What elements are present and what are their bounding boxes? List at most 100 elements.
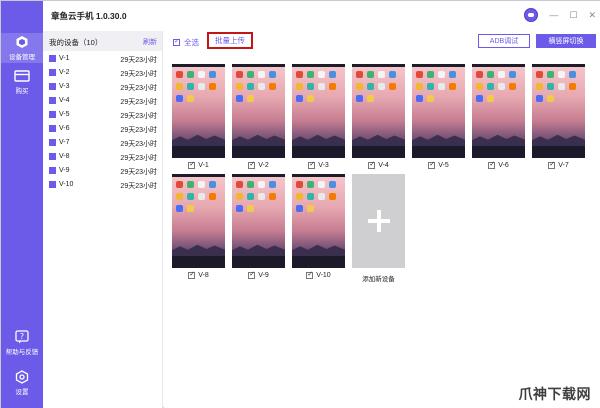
device-card-checkbox[interactable]: V-8: [172, 270, 225, 279]
device-list-item[interactable]: V-1 29天23小时: [43, 52, 162, 66]
nav-bar: [172, 146, 225, 158]
device-card-checkbox[interactable]: V-4: [352, 160, 405, 169]
nav-item-purchase[interactable]: 购买: [1, 67, 43, 97]
nav-label-device-management: 设备管理: [9, 54, 35, 61]
device-list-item[interactable]: V-2 29天23小时: [43, 66, 162, 80]
app-icon: [176, 83, 183, 90]
device-card[interactable]: V-3: [292, 64, 345, 176]
device-card[interactable]: V-10: [292, 174, 345, 286]
nav-label-purchase: 购买: [15, 88, 29, 95]
app-icon: [329, 71, 336, 78]
app-icons: [236, 181, 282, 212]
device-remaining-time: 29天23小时: [120, 141, 157, 148]
device-name: V-3: [59, 83, 70, 90]
batch-upload-button[interactable]: 批量上传: [207, 32, 253, 49]
app-icon: [318, 193, 325, 200]
maximize-button[interactable]: ☐: [569, 10, 577, 21]
app-icon: [296, 193, 303, 200]
nav-bar: [172, 256, 225, 268]
device-screen-thumbnail[interactable]: [172, 64, 225, 158]
app-icon: [449, 83, 456, 90]
adb-debug-button[interactable]: ADB调试: [478, 34, 530, 48]
refresh-button[interactable]: 刷新: [143, 37, 157, 47]
device-name: V-7: [59, 139, 70, 146]
app-icon: [209, 71, 216, 78]
device-list-item[interactable]: V-9 29天23小时: [43, 164, 162, 178]
device-screen-thumbnail[interactable]: [352, 64, 405, 158]
device-list-item[interactable]: V-10 29天23小时: [43, 178, 162, 192]
orientation-switch-button[interactable]: 横竖屏切换: [536, 34, 596, 48]
device-screen-thumbnail[interactable]: [472, 64, 525, 158]
device-card-checkbox[interactable]: V-2: [232, 160, 285, 169]
device-card-label: V-2: [258, 162, 269, 169]
app-icon: [269, 83, 276, 90]
device-card[interactable]: V-9: [232, 174, 285, 286]
device-list-item[interactable]: V-4 29天23小时: [43, 94, 162, 108]
device-checkbox[interactable]: [49, 153, 56, 160]
nav-item-settings[interactable]: 设置: [1, 368, 43, 398]
wallpaper-mountains: [532, 134, 585, 146]
device-screen-thumbnail[interactable]: [292, 64, 345, 158]
app-icon: [269, 71, 276, 78]
device-list-item[interactable]: V-6 29天23小时: [43, 122, 162, 136]
device-screen-thumbnail[interactable]: [232, 174, 285, 268]
device-card-checkbox[interactable]: V-1: [172, 160, 225, 169]
device-card[interactable]: V-2: [232, 64, 285, 176]
device-card-label: V-3: [318, 162, 329, 169]
device-list-item[interactable]: V-5 29天23小时: [43, 108, 162, 122]
device-card[interactable]: V-1: [172, 64, 225, 176]
device-card-checkbox[interactable]: V-9: [232, 270, 285, 279]
device-checkbox[interactable]: [49, 181, 56, 188]
device-checkbox[interactable]: [49, 125, 56, 132]
title-bar: 章鱼云手机 1.0.30.0 — ☐ ✕: [43, 1, 600, 31]
add-device-card[interactable]: 添加新设备: [352, 174, 405, 286]
device-checkbox[interactable]: [49, 167, 56, 174]
checkbox-icon: [306, 270, 314, 279]
minimize-button[interactable]: —: [549, 10, 558, 20]
device-screen-thumbnail[interactable]: [532, 64, 585, 158]
app-icon: [547, 83, 554, 90]
device-list-item[interactable]: V-3 29天23小时: [43, 80, 162, 94]
device-card-checkbox[interactable]: V-3: [292, 160, 345, 169]
device-card-checkbox[interactable]: V-6: [472, 160, 525, 169]
app-icon: [269, 193, 276, 200]
device-checkbox[interactable]: [49, 83, 56, 90]
close-button[interactable]: ✕: [588, 10, 596, 21]
status-bar: [292, 64, 345, 67]
device-card[interactable]: V-4: [352, 64, 405, 176]
device-checkbox[interactable]: [49, 111, 56, 118]
app-icon: [198, 181, 205, 188]
window-controls: — ☐ ✕: [524, 8, 596, 22]
device-checkbox[interactable]: [49, 139, 56, 146]
device-screen-thumbnail[interactable]: [232, 64, 285, 158]
app-icon: [449, 71, 456, 78]
nav-item-help[interactable]: ? 帮助与反馈: [1, 328, 43, 358]
nav-bar: [232, 146, 285, 158]
nav-item-device-management[interactable]: 设备管理: [1, 33, 43, 63]
device-card[interactable]: V-6: [472, 64, 525, 176]
app-icon: [536, 95, 543, 102]
device-screen-thumbnail[interactable]: [292, 174, 345, 268]
device-list-item[interactable]: V-8 29天23小时: [43, 150, 162, 164]
device-card[interactable]: V-8: [172, 174, 225, 286]
add-device-button[interactable]: [352, 174, 405, 268]
nav-label-settings: 设置: [15, 389, 29, 396]
device-screen-thumbnail[interactable]: [412, 64, 465, 158]
device-screen-thumbnail[interactable]: [172, 174, 225, 268]
status-bar: [352, 64, 405, 67]
device-list-item[interactable]: V-7 29天23小时: [43, 136, 162, 150]
app-icon: [187, 205, 194, 212]
device-checkbox[interactable]: [49, 69, 56, 76]
device-card-checkbox[interactable]: V-5: [412, 160, 465, 169]
nav-bar: [292, 256, 345, 268]
user-avatar[interactable]: [524, 8, 539, 22]
device-checkbox[interactable]: [49, 55, 56, 62]
device-card-checkbox[interactable]: V-10: [292, 270, 345, 279]
checkbox-icon: [188, 270, 196, 279]
device-card[interactable]: V-5: [412, 64, 465, 176]
app-icon: [378, 71, 385, 78]
device-checkbox[interactable]: [49, 97, 56, 104]
select-all-checkbox[interactable]: 全选: [173, 37, 199, 48]
device-card-checkbox[interactable]: V-7: [532, 160, 585, 169]
device-card[interactable]: V-7: [532, 64, 585, 176]
